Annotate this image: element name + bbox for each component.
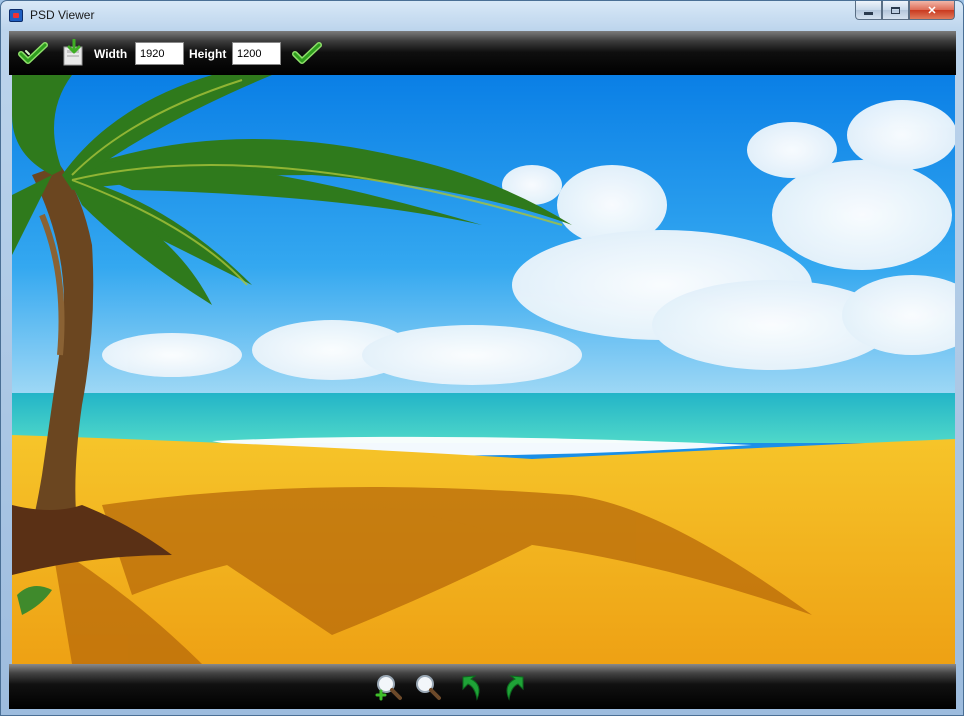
rotate-left-button[interactable] [457, 672, 487, 702]
rotate-right-icon [506, 675, 524, 701]
height-input[interactable] [232, 42, 281, 65]
maximize-button[interactable] [882, 1, 909, 20]
zoom-in-icon [375, 675, 402, 701]
rotate-left-icon [462, 675, 480, 701]
height-label: Height [189, 47, 227, 61]
app-icon [9, 9, 23, 22]
width-label: Width [94, 47, 128, 61]
close-icon: ✕ [927, 4, 937, 17]
zoom-in-button[interactable] [373, 672, 403, 702]
apply-button[interactable] [17, 39, 49, 67]
zoom-out-icon [416, 675, 441, 700]
minimize-icon [864, 11, 873, 15]
rotate-right-button[interactable] [499, 672, 529, 702]
window-title: PSD Viewer [30, 8, 95, 22]
width-input[interactable] [135, 42, 184, 65]
save-button[interactable] [61, 38, 87, 68]
image-canvas[interactable] [12, 75, 955, 664]
minimize-button[interactable] [855, 1, 882, 20]
title-bar[interactable]: PSD Viewer ✕ [1, 1, 963, 29]
window-controls: ✕ [855, 1, 955, 21]
checkmark-icon [292, 42, 322, 64]
beach-image [12, 75, 955, 664]
top-toolbar: Width Height [9, 31, 956, 75]
app-window: PSD Viewer ✕ Width 1920 Height 1200 [0, 0, 964, 716]
bottom-toolbar [9, 664, 956, 709]
close-button[interactable]: ✕ [909, 1, 955, 20]
maximize-icon [891, 6, 900, 14]
checkmark-icon [18, 42, 48, 64]
resize-confirm-button[interactable] [291, 39, 323, 67]
save-download-icon [63, 39, 83, 66]
zoom-out-button[interactable] [412, 672, 442, 702]
